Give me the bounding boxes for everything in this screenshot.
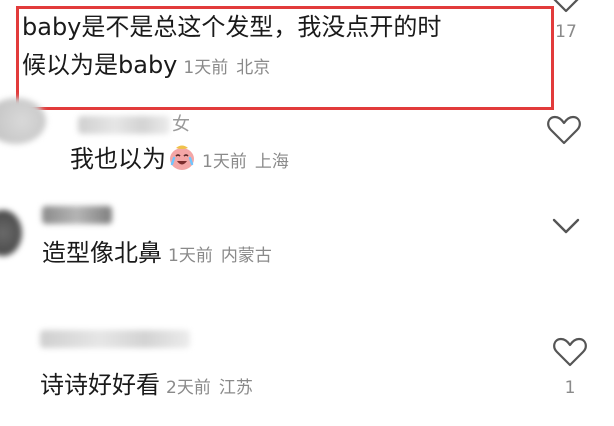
comment-1-text-line1: baby是不是总这个发型，我没点开的时 [22,13,442,41]
comment-4-location: 江苏 [218,378,253,398]
comment-4-meta: 2天前 江苏 [166,378,253,398]
comment-1-meta: 1天前 北京 [183,58,270,78]
comment-4-username-blurred[interactable] [40,330,190,348]
crying-laughing-emoji-icon [170,145,194,170]
comment-3-time: 1天前 [168,246,213,266]
comment-3-chevron-icon[interactable] [548,210,584,242]
comment-4-heart-icon[interactable] [552,336,588,368]
comment-2-heart-icon[interactable] [546,114,582,146]
comment-1-text-line2-row: 候以为是baby 1天前 北京 [22,48,270,85]
comment-2-time: 1天前 [202,152,247,172]
comment-4-like-count: 1 [564,378,576,398]
comment-2-username-blurred[interactable] [78,116,170,134]
comment-1-heart-icon[interactable] [548,0,584,14]
comment-4-text-row: 诗诗好好看 2天前 江苏 [40,368,253,405]
comment-4-time: 2天前 [166,378,211,398]
comment-2-meta: 1天前 上海 [202,152,289,172]
comment-3-username-blurred[interactable] [42,206,112,224]
comment-3-text-row: 造型像北鼻 1天前 内蒙古 [42,236,272,273]
comment-1-like-count: 17 [555,22,577,42]
comment-2-text-row: 我也以为 1天前 上海 [70,142,289,179]
comment-1-text-line2: 候以为是baby [22,51,178,79]
comment-1-location: 北京 [236,58,271,78]
comment-3-location: 内蒙古 [220,246,272,266]
comment-2-location: 上海 [254,152,289,172]
comment-2-username-visible[interactable]: 女 [172,110,190,136]
comment-3-avatar[interactable] [0,210,22,256]
comment-3-text: 造型像北鼻 [42,239,162,267]
comment-1-time: 1天前 [183,58,229,78]
comment-2-text: 我也以为 [70,145,166,173]
comment-3-meta: 1天前 内蒙古 [168,246,272,266]
comment-4-text: 诗诗好好看 [40,371,160,399]
